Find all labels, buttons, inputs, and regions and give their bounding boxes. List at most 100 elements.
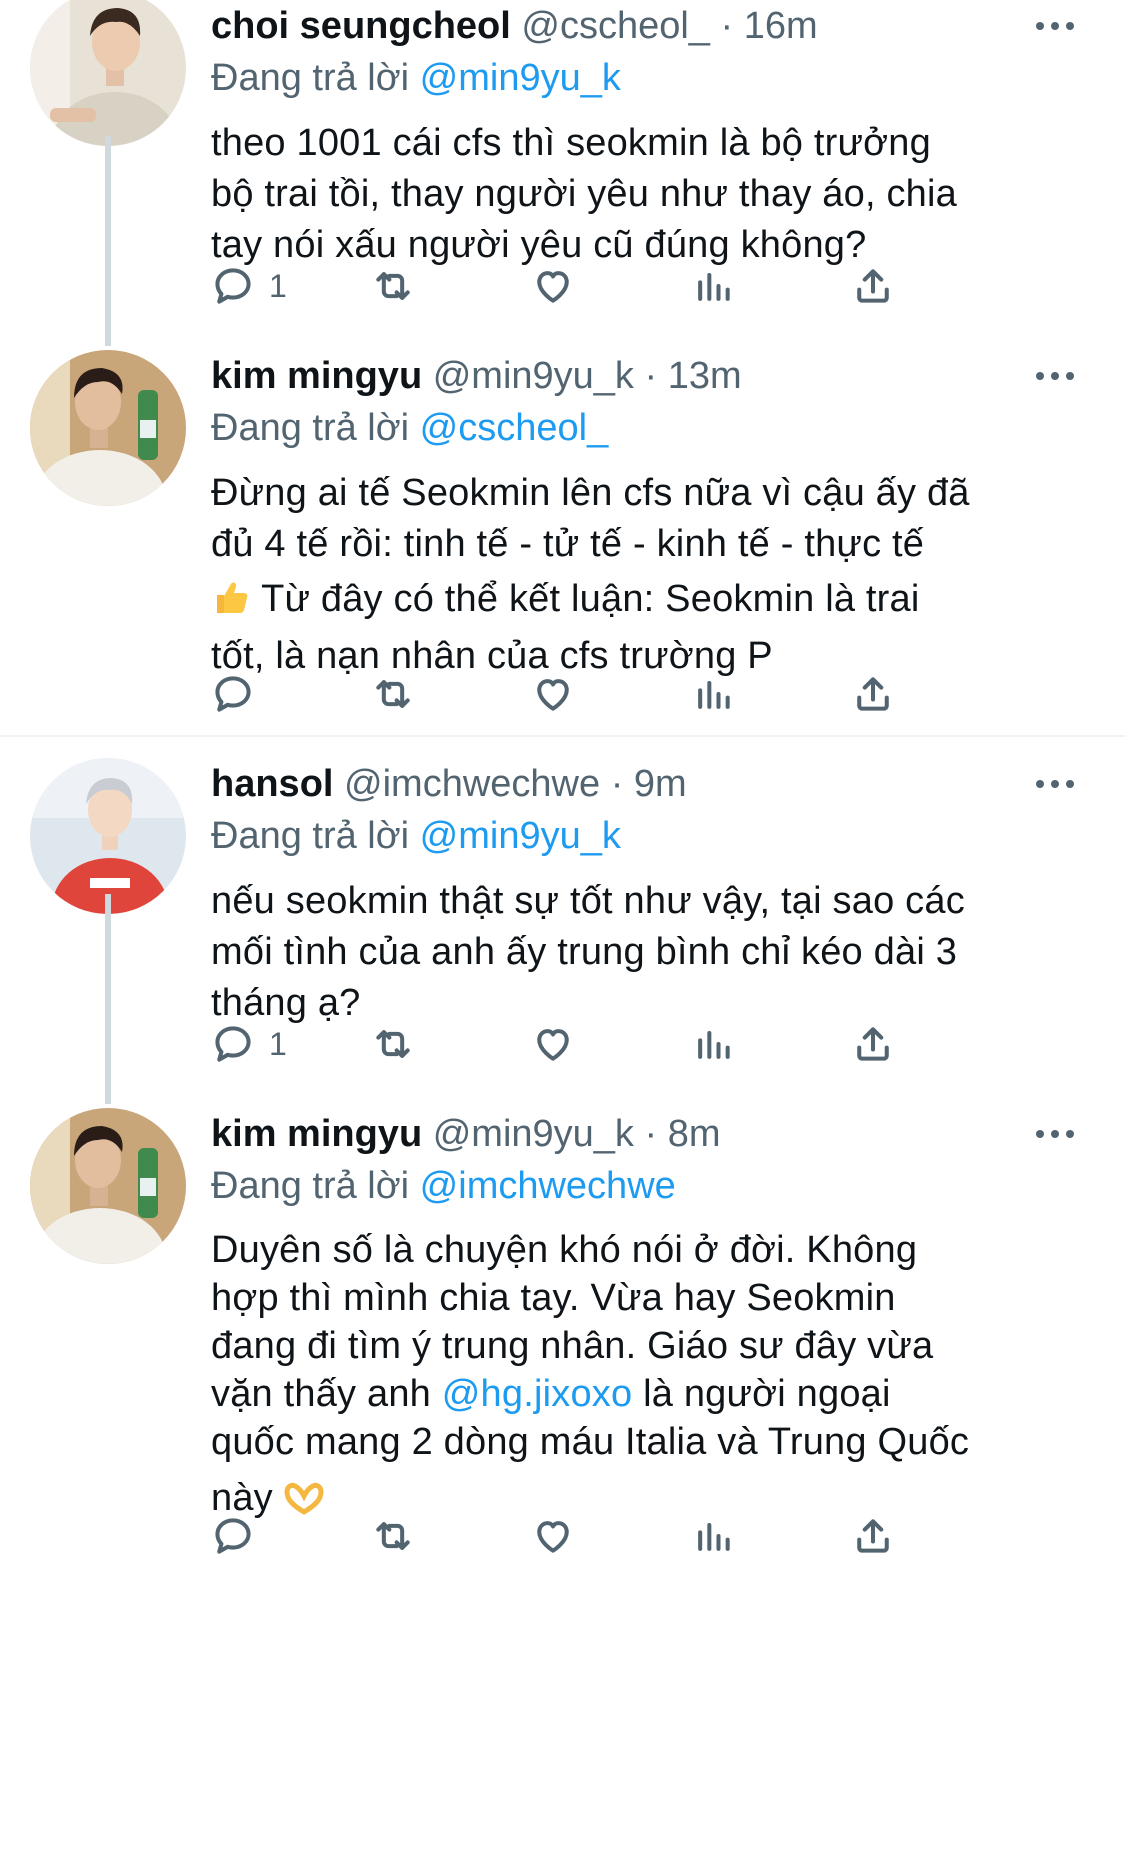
like-button[interactable] [531, 1014, 691, 1074]
avatar-hansol[interactable] [30, 758, 186, 914]
replying-mention-link[interactable]: @min9yu_k [420, 815, 621, 857]
tweet-text-line: theo 1001 cái cfs thì seokmin là bộ trưở… [211, 122, 931, 164]
display-name[interactable]: hansol [211, 763, 333, 805]
tweet-text-line: vặn thấy anh @hg.jixoxo là người ngoại [211, 1370, 1085, 1418]
tweet-text-line: đủ 4 tế rồi: tinh tế - tử tế - kinh tế -… [211, 523, 925, 565]
share-button[interactable] [851, 256, 1011, 316]
avatar-image [30, 758, 186, 914]
tweet-text-line: hợp thì mình chia tay. Vừa hay Seokmin [211, 1277, 896, 1319]
heart-icon [537, 271, 569, 303]
share-button[interactable] [851, 664, 1011, 724]
retweet-button[interactable] [371, 1506, 531, 1566]
replying-prefix: Đang trả lời [211, 1165, 410, 1207]
replying-to: Đang trả lời @cscheol_ [211, 402, 1085, 454]
tweet-text-line: quốc mang 2 dòng máu Italia và Trung Quố… [211, 1421, 970, 1463]
share-button[interactable] [851, 1506, 1011, 1566]
replying-to: Đang trả lời @min9yu_k [211, 810, 1085, 862]
replying-mention-link[interactable]: @min9yu_k [420, 57, 621, 99]
user-handle[interactable]: @min9yu_k [433, 1113, 634, 1155]
share-icon [857, 269, 889, 303]
reply-button[interactable] [211, 664, 371, 724]
user-handle[interactable]: @imchwechwe [344, 763, 600, 805]
analytics-button[interactable] [691, 664, 851, 724]
retweet-icon [376, 272, 410, 300]
more-icon[interactable] [1025, 350, 1085, 402]
more-icon[interactable] [1025, 0, 1085, 52]
analytics-button[interactable] [691, 1506, 851, 1566]
avatar-kim-mingyu[interactable] [30, 350, 186, 506]
heart-icon [537, 679, 569, 711]
replying-mention-link[interactable]: @imchwechwe [420, 1165, 676, 1207]
analytics-icon [698, 272, 730, 301]
display-name[interactable]: kim mingyu [211, 355, 422, 397]
reply-button[interactable]: 1 [211, 256, 371, 316]
separator-dot: · [610, 763, 624, 805]
replying-to: Đang trả lời @imchwechwe [211, 1160, 1085, 1212]
tweet-text-line: Duyên số là chuyện khó nói ở đời. Không [211, 1229, 918, 1271]
replying-mention-link[interactable]: @cscheol_ [420, 407, 609, 449]
tweet-header: kim mingyu @min9yu_k · 8m [211, 1108, 1085, 1160]
like-button[interactable] [531, 1506, 691, 1566]
tweet-divider [0, 735, 1125, 737]
tweet-text-line: nếu seokmin thật sự tốt như vậy, tại sao… [211, 880, 965, 922]
share-icon [857, 1027, 889, 1061]
share-button[interactable] [851, 1014, 1011, 1074]
retweet-button[interactable] [371, 664, 531, 724]
timestamp[interactable]: 13m [668, 355, 742, 397]
replying-to: Đang trả lời @min9yu_k [211, 52, 1085, 104]
timestamp[interactable]: 16m [744, 5, 818, 47]
thread-connector [105, 136, 111, 346]
tweet-text-segment: vặn thấy anh [211, 1373, 442, 1415]
analytics-icon [698, 1522, 730, 1551]
analytics-button[interactable] [691, 256, 851, 316]
reply-button[interactable] [211, 1506, 371, 1566]
tweet-text-line: bộ trai tồi, thay người yêu như thay áo,… [211, 173, 957, 215]
retweet-icon [376, 1030, 410, 1058]
share-icon [857, 677, 889, 711]
tweet-content: hansol @imchwechwe · 9m Đang trả lời @mi… [211, 758, 1085, 1029]
mention-link[interactable]: @hg.jixoxo [442, 1373, 633, 1415]
tweet-actions [211, 664, 1011, 724]
reply-icon [215, 268, 251, 304]
retweet-icon [376, 1522, 410, 1550]
heart-icon [537, 1521, 569, 1553]
like-button[interactable] [531, 256, 691, 316]
user-handle[interactable]: @min9yu_k [433, 355, 634, 397]
tweet-text-segment: Từ đây có thể kết luận: Seokmin là trai [251, 578, 920, 620]
thumbs-up-icon [211, 577, 251, 631]
separator-dot: · [644, 355, 658, 397]
retweet-button[interactable] [371, 256, 531, 316]
display-name[interactable]: kim mingyu [211, 1113, 422, 1155]
timestamp[interactable]: 8m [668, 1113, 721, 1155]
avatar-image [30, 1108, 186, 1264]
replying-prefix: Đang trả lời [211, 57, 410, 99]
more-icon[interactable] [1025, 758, 1085, 810]
reply-icon [215, 1026, 251, 1062]
tweet-content: choi seungcheol @cscheol_ · 16m Đang trả… [211, 0, 1085, 271]
replying-prefix: Đang trả lời [211, 815, 410, 857]
share-icon [857, 1519, 889, 1553]
tweet-text: theo 1001 cái cfs thì seokmin là bộ trưở… [211, 118, 1085, 271]
reply-button[interactable]: 1 [211, 1014, 371, 1074]
avatar-choi-seungcheol[interactable] [30, 0, 186, 146]
user-handle[interactable]: @cscheol_ [521, 5, 710, 47]
avatar-kim-mingyu[interactable] [30, 1108, 186, 1264]
more-icon[interactable] [1025, 1108, 1085, 1160]
tweet-header: kim mingyu @min9yu_k · 13m [211, 350, 1085, 402]
tweet-text: nếu seokmin thật sự tốt như vậy, tại sao… [211, 876, 1085, 1029]
tweet-actions [211, 1506, 1011, 1566]
retweet-button[interactable] [371, 1014, 531, 1074]
reply-icon [215, 1518, 251, 1554]
separator-dot: · [720, 5, 734, 47]
reply-icon [215, 676, 251, 712]
timestamp[interactable]: 9m [634, 763, 687, 805]
like-button[interactable] [531, 664, 691, 724]
reply-count: 1 [269, 1025, 287, 1062]
display-name[interactable]: choi seungcheol [211, 5, 511, 47]
analytics-icon [698, 1030, 730, 1059]
tweet-actions: 1 [211, 256, 1011, 316]
replying-prefix: Đang trả lời [211, 407, 410, 449]
analytics-button[interactable] [691, 1014, 851, 1074]
avatar-image [30, 0, 186, 146]
tweet-text-line-with-emoji: Từ đây có thể kết luận: Seokmin là trai [211, 574, 1085, 631]
